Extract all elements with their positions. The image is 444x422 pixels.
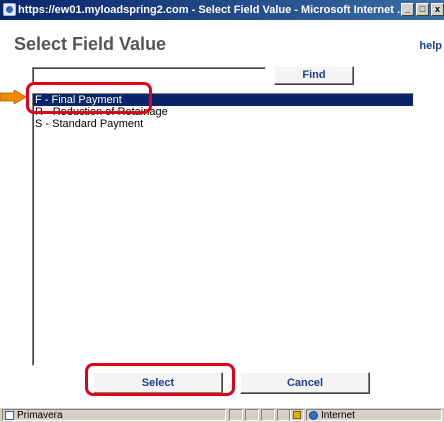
list-item-final-payment[interactable]: F - Final Payment (33, 94, 413, 106)
status-text-panel: Primavera (2, 409, 226, 421)
maximize-icon[interactable]: □ (416, 3, 429, 16)
status-segment (229, 409, 243, 421)
security-panel (289, 409, 304, 421)
globe-icon (309, 411, 318, 420)
ie-page-icon (3, 3, 16, 16)
lock-icon (293, 411, 301, 419)
help-link[interactable]: help (419, 40, 442, 52)
select-button[interactable]: Select (93, 372, 223, 394)
dialog-content: Select Field Value help Find F - Final P… (0, 20, 444, 407)
cancel-button[interactable]: Cancel (240, 372, 370, 394)
list-item-standard-payment[interactable]: S - Standard Payment (33, 118, 413, 130)
security-zone-text: Internet (321, 410, 355, 421)
status-segment (261, 409, 275, 421)
window-title: https://ew01.myloadspring2.com - Select … (18, 4, 407, 16)
arrow-pointer-icon (0, 90, 26, 104)
search-input[interactable] (32, 67, 266, 83)
page-icon (5, 411, 14, 420)
status-bar: Primavera Internet (0, 407, 444, 422)
security-zone-panel: Internet (306, 409, 442, 421)
page-title: Select Field Value (14, 34, 167, 54)
find-button[interactable]: Find (274, 66, 354, 85)
minimize-icon[interactable]: _ (401, 3, 414, 16)
status-segment (245, 409, 259, 421)
window-controls: _ □ x (401, 3, 444, 16)
status-text: Primavera (17, 410, 63, 421)
field-value-listbox[interactable]: F - Final Payment R - Reduction of Retai… (32, 93, 414, 366)
window-title-bar: https://ew01.myloadspring2.com - Select … (0, 0, 444, 20)
close-icon[interactable]: x (431, 3, 444, 16)
list-item-reduction-of-retainage[interactable]: R - Reduction of Retainage (33, 106, 413, 118)
